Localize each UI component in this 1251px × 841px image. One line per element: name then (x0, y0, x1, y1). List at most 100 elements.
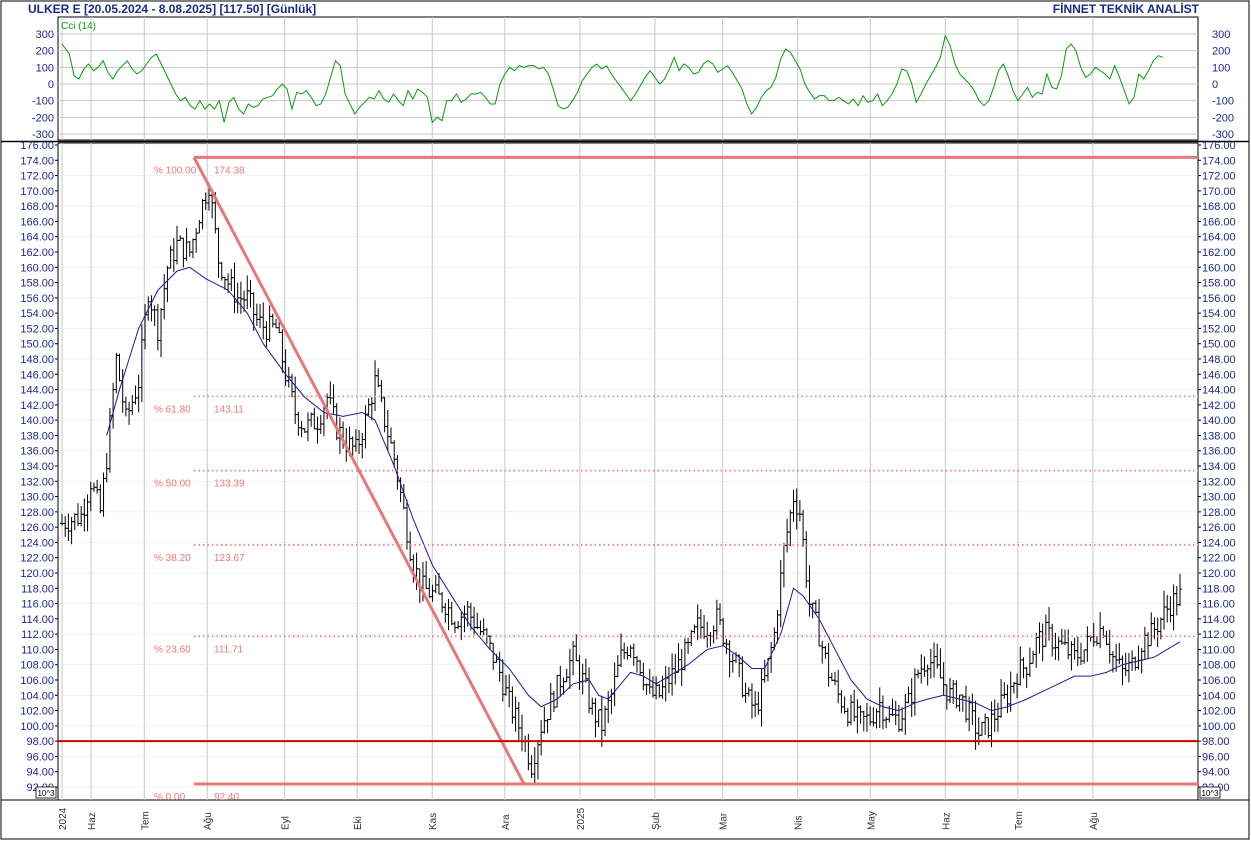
price-y-tick-right: 146.00 (1202, 369, 1236, 381)
ohlc-bar (315, 416, 320, 444)
ohlc-bar (625, 646, 630, 660)
ohlc-bar (922, 656, 927, 677)
ohlc-bar (267, 305, 272, 342)
cci-y-tick-left: 300 (36, 29, 54, 41)
cci-series-line (61, 34, 1164, 124)
ohlc-bar (1149, 612, 1154, 647)
price-y-tick-left: 176.00 (20, 140, 54, 152)
price-y-tick-right: 140.00 (1202, 415, 1236, 427)
ohlc-bar (577, 655, 582, 690)
ohlc-bar (702, 614, 707, 640)
ohlc-bar (75, 503, 80, 527)
ohlc-bar (896, 704, 901, 733)
ohlc-bar (1069, 641, 1074, 671)
ohlc-bar (749, 683, 754, 719)
fib-value-label: 133.39 (214, 479, 245, 490)
cci-y-tick-right: 300 (1212, 29, 1230, 41)
ohlc-bar (1005, 684, 1010, 713)
ohlc-bar (1094, 636, 1099, 646)
ohlc-bar (159, 307, 164, 358)
ohlc-bar (369, 397, 374, 421)
ohlc-bar (906, 686, 911, 704)
price-y-tick-right: 174.00 (1202, 155, 1236, 167)
ohlc-bar (711, 625, 716, 644)
ohlc-bar (385, 409, 390, 451)
price-y-tick-left: 172.00 (20, 171, 54, 183)
price-y-tick-left: 132.00 (20, 476, 54, 488)
ohlc-bar (513, 696, 518, 732)
ohlc-bar (1072, 637, 1077, 660)
ohlc-bar (152, 305, 157, 327)
ohlc-bar (663, 666, 668, 702)
ohlc-bar (884, 716, 889, 729)
price-y-tick-right: 170.00 (1202, 186, 1236, 198)
ohlc-bar (615, 655, 620, 678)
ohlc-bar (593, 698, 598, 738)
price-y-tick-left: 140.00 (20, 415, 54, 427)
price-y-tick-right: 120.00 (1202, 568, 1236, 580)
x-tick-label-8: 2025 (576, 807, 587, 830)
price-y-tick-left: 114.00 (21, 614, 54, 626)
ohlc-bar (331, 384, 336, 414)
x-tick-label-2: Tem (140, 811, 151, 830)
ohlc-bar (836, 669, 841, 704)
ohlc-bar (861, 710, 866, 732)
ohlc-bar (449, 601, 454, 626)
price-y-tick-left: 128.00 (20, 507, 54, 519)
ohlc-bar (101, 472, 106, 517)
ohlc-bar (389, 427, 394, 444)
price-y-tick-right: 138.00 (1202, 430, 1236, 442)
ohlc-bar (686, 637, 691, 654)
price-y-tick-right: 134.00 (1202, 461, 1236, 473)
price-y-tick-left: 112.00 (21, 629, 54, 641)
price-y-tick-right: 154.00 (1202, 308, 1236, 320)
price-y-tick-left: 126.00 (20, 522, 54, 534)
price-y-tick-right: 150.00 (1202, 339, 1236, 351)
x-tick-label-1: Haz (87, 812, 98, 830)
ohlc-bar (1037, 622, 1042, 654)
ohlc-bar (1031, 650, 1036, 664)
ohlc-bar (1162, 590, 1167, 630)
ohlc-bar (631, 643, 636, 666)
ohlc-bar (532, 747, 537, 785)
ohlc-bar (1126, 652, 1131, 683)
cci-y-tick-left: -200 (32, 112, 54, 124)
ohlc-bar (564, 668, 569, 683)
ohlc-bar (162, 274, 167, 320)
price-y-tick-left: 166.00 (20, 216, 54, 228)
price-y-tick-left: 144.00 (20, 385, 54, 397)
ohlc-bar (1178, 573, 1182, 607)
ohlc-bar (817, 599, 822, 647)
ohlc-bar (1024, 667, 1029, 689)
ohlc-bar (634, 655, 639, 673)
ohlc-bar (168, 245, 173, 269)
ohlc-bar (334, 403, 339, 441)
ohlc-bar (1168, 596, 1173, 623)
price-y-tick-right: 162.00 (1202, 247, 1236, 259)
ohlc-bar (328, 381, 333, 405)
x-tick-label-12: May (866, 811, 877, 830)
ohlc-bar (555, 674, 560, 708)
ohlc-bar (963, 685, 968, 723)
ohlc-bar (366, 398, 371, 416)
ohlc-bar (1027, 647, 1032, 677)
ohlc-bar (363, 405, 368, 449)
ohlc-bar (714, 599, 719, 640)
x-tick-label-0: 2024 (58, 807, 69, 830)
cci-frame (57, 16, 1199, 141)
cci-y-tick-right: -200 (1212, 112, 1234, 124)
price-y-tick-right: 142.00 (1202, 400, 1236, 412)
price-y-tick-left: 118.00 (21, 583, 54, 595)
ohlc-bar (932, 642, 937, 678)
ohlc-bar (187, 241, 192, 257)
ohlc-bar (523, 735, 528, 753)
ohlc-bar (992, 699, 997, 732)
fib-value-label: 143.11 (214, 404, 244, 415)
price-y-tick-right: 118.00 (1202, 583, 1235, 595)
ohlc-bar (1018, 646, 1023, 686)
ohlc-bar (174, 225, 179, 265)
fib-percent-label: % 61.80 (154, 404, 191, 415)
price-y-tick-left: 146.00 (20, 369, 54, 381)
ohlc-bar (1117, 642, 1122, 665)
x-tick-label-13: Haz (941, 812, 952, 830)
